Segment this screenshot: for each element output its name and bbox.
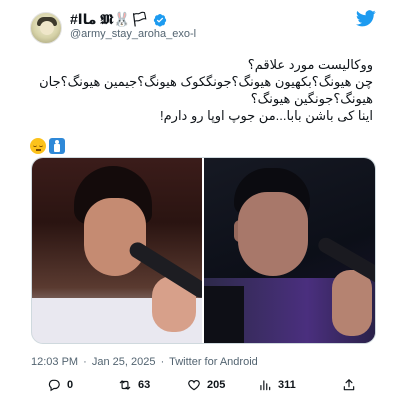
retweet-icon [119, 380, 131, 390]
author-name-row[interactable]: #ماا 𝕸🐰🏳 [70, 11, 167, 28]
tweet-line-2: چن هیونگ؟بکهیون هیونگ؟جونگکوک هیونگ؟جیمی… [39, 74, 373, 89]
like-count: 205 [207, 379, 226, 391]
reply-icon [48, 379, 60, 392]
singer-left-photo[interactable] [32, 158, 202, 343]
views-count: 311 [278, 379, 296, 391]
tweet-meta: 12:03 PM · Jan 25, 2025 · Twitter for An… [31, 356, 260, 368]
retweet-button[interactable]: 63 [118, 378, 150, 392]
user-handle[interactable]: @army_stay_aroha_exo-l [70, 28, 196, 40]
reply-button[interactable]: 0 [47, 378, 73, 392]
restroom-emoji-icon [49, 138, 65, 154]
reply-count: 0 [67, 379, 74, 391]
views-button[interactable]: 311 [258, 378, 296, 392]
meta-separator: · [160, 356, 165, 368]
singer-right-photo[interactable] [204, 158, 375, 343]
share-icon [343, 379, 355, 391]
tweet-card: #ماا 𝕸🐰🏳 @army_stay_aroha_exo-l ووکالیست… [0, 0, 400, 400]
tweet-line-1: ووکالیست مورد علاقم؟ [247, 57, 373, 72]
meta-separator: · [83, 356, 87, 368]
twitter-bird-icon[interactable] [356, 10, 376, 27]
tweet-line-3: هیونگ؟جونگین هیونگ؟ [250, 91, 373, 106]
like-button[interactable]: 205 [187, 378, 225, 392]
tweet-line-4: اینا کی باشن بابا...من جوپ اوپا رو دارم! [160, 108, 373, 123]
retweet-count: 63 [138, 379, 151, 391]
tweet-client[interactable]: Twitter for Android [169, 356, 258, 368]
tweet-text: ووکالیست مورد علاقم؟ چن هیونگ؟بکهیون هیو… [28, 56, 373, 124]
avatar-face [40, 21, 54, 35]
display-name[interactable]: #ماا 𝕸🐰🏳 [70, 11, 149, 28]
emoji-row [30, 138, 65, 154]
tweet-actions: 0 63 205 311 [0, 378, 400, 394]
tweet-date[interactable]: Jan 25, 2025 [92, 356, 156, 368]
share-button[interactable] [342, 378, 356, 392]
verified-badge-icon [153, 13, 166, 27]
heart-icon [188, 380, 200, 391]
tweet-media [31, 157, 376, 344]
pensive-face-emoji-icon [30, 138, 46, 154]
tweet-time[interactable]: 12:03 PM [31, 356, 78, 368]
avatar[interactable] [30, 12, 62, 44]
views-bar-chart-icon [260, 380, 271, 391]
